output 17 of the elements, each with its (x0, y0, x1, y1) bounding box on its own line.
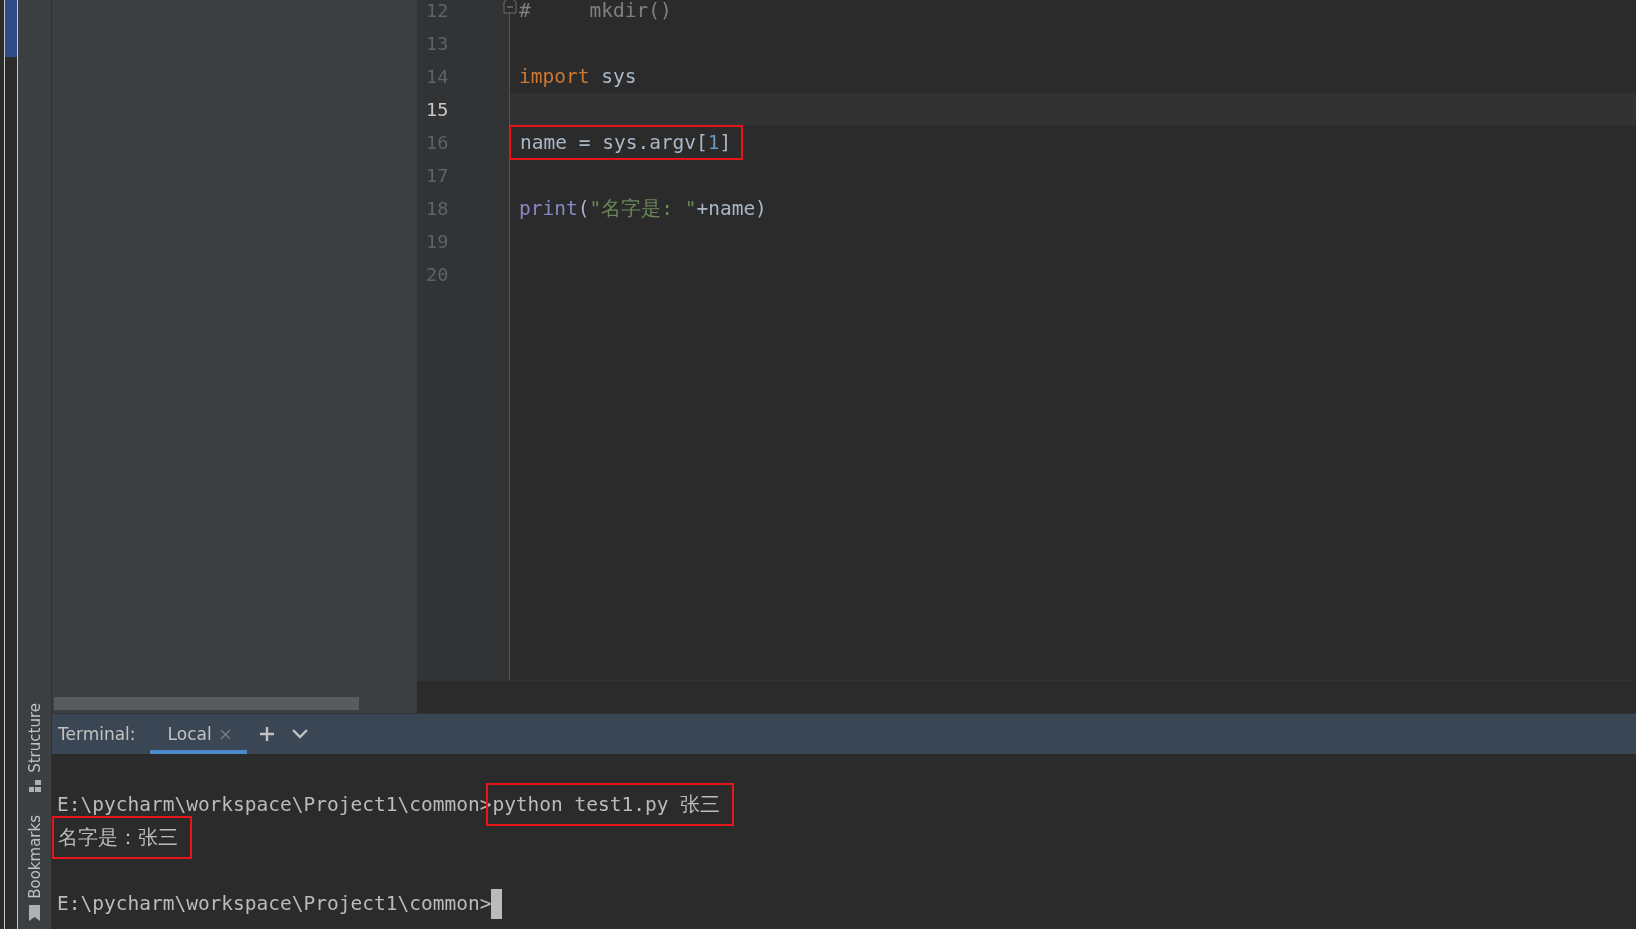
code-line: print("名字是: "+name) (519, 196, 767, 222)
terminal-text: 名字是：张三 (52, 816, 192, 859)
terminal-title: Terminal: (58, 724, 136, 744)
terminal-text: E:\pycharm\workspace\Project1\common> (57, 892, 492, 915)
close-icon[interactable] (219, 728, 231, 740)
structure-icon (27, 779, 42, 794)
fold-icon[interactable] (503, 0, 517, 14)
code-line: # mkdir() (519, 0, 672, 22)
chevron-down-icon (290, 728, 309, 740)
scrollbar-thumb[interactable] (54, 697, 359, 710)
bookmark-icon (28, 905, 41, 921)
tool-window-tab[interactable]: Bookmarks (23, 811, 46, 925)
tool-window-tab[interactable]: Structure (23, 699, 46, 798)
line-number: 15 (426, 99, 449, 120)
selection-marker (5, 0, 17, 57)
code-line: import sys (519, 65, 637, 88)
plus-icon (258, 726, 275, 742)
